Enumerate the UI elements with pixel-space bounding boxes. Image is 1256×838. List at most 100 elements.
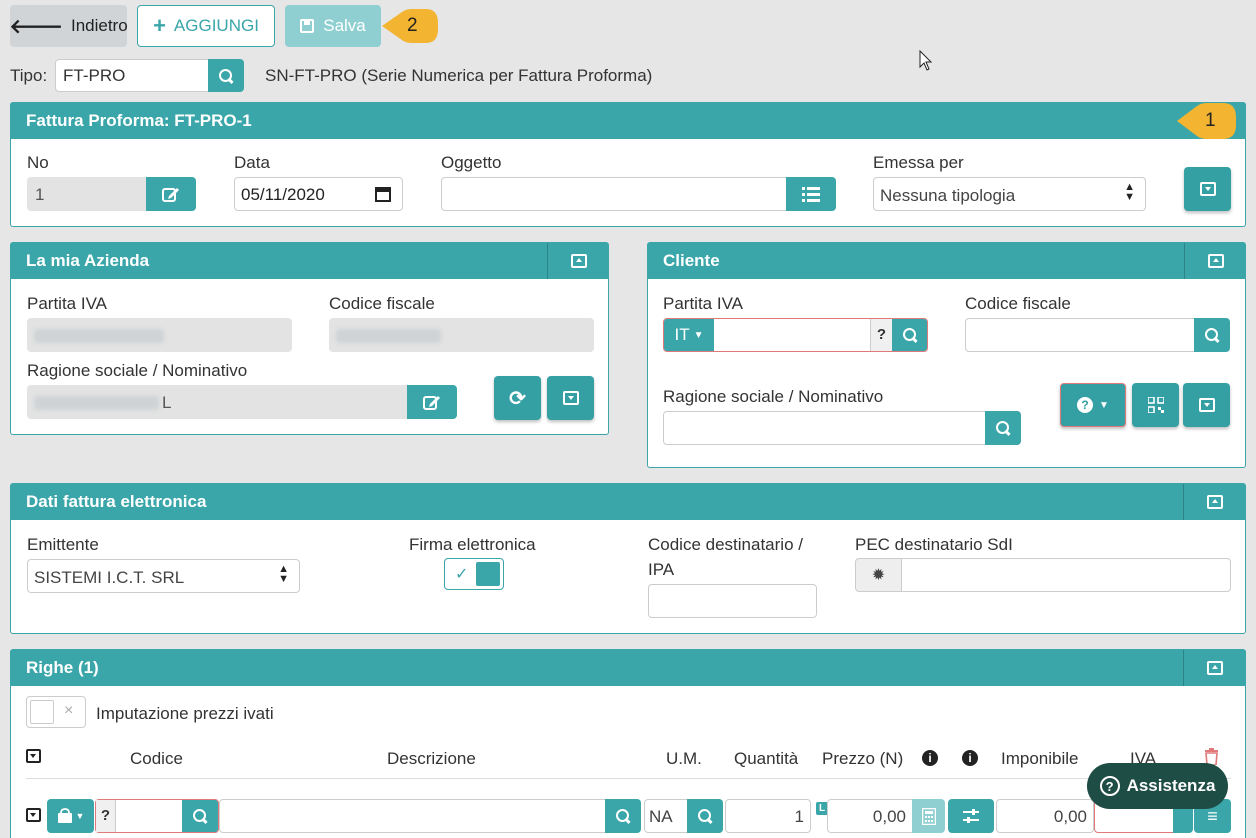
cliente-cf-label: Codice fiscale	[965, 294, 1071, 313]
row-codice-search-button[interactable]	[182, 800, 218, 832]
azienda-title: La mia Azienda	[26, 251, 150, 270]
cliente-qrcode-button[interactable]	[1132, 383, 1179, 427]
cliente-cf-search-button[interactable]	[1194, 318, 1230, 352]
azienda-cf-label: Codice fiscale	[329, 294, 435, 313]
row-product-dropdown[interactable]: ▼	[47, 799, 94, 833]
data-input[interactable]: 05/11/2020	[234, 177, 403, 211]
cliente-piva-search-button[interactable]	[892, 319, 927, 351]
cliente-ragione-search-button[interactable]	[985, 411, 1021, 445]
refresh-icon: ⟳	[509, 387, 526, 410]
azienda-piva-input[interactable]	[27, 318, 292, 352]
cliente-ragione-input[interactable]	[663, 411, 986, 445]
select-caret-icon: ▲ ▼	[1124, 181, 1135, 203]
azienda-ragione-input[interactable]: L	[27, 385, 408, 419]
azienda-piva-label: Partita IVA	[27, 294, 107, 313]
row-sliders-button[interactable]	[948, 799, 994, 833]
row-descrizione-search-button[interactable]	[605, 799, 641, 833]
azienda-collapse-button[interactable]	[548, 243, 609, 279]
cliente-title-bar: Cliente	[648, 243, 1245, 279]
row-quantita-input[interactable]: 1	[725, 799, 811, 833]
row-prezzo-value: 0,00	[872, 807, 906, 826]
pec-input[interactable]	[901, 558, 1231, 592]
row-imponibile-input[interactable]: 0,00	[996, 799, 1094, 833]
azienda-expand-button[interactable]	[547, 376, 594, 420]
azienda-refresh-button[interactable]: ⟳	[494, 376, 541, 420]
no-input[interactable]: 1	[27, 177, 147, 211]
cliente-title: Cliente	[663, 251, 720, 270]
shopping-bag-icon	[57, 808, 72, 823]
cliente-expand-button[interactable]	[1183, 383, 1230, 427]
codice-help-mark: ?	[96, 800, 116, 832]
pec-label: PEC destinatario SdI	[855, 535, 1013, 554]
row-toggle-icon[interactable]	[26, 808, 41, 822]
row-descrizione-input[interactable]	[219, 799, 606, 833]
country-code: IT	[674, 325, 690, 344]
no-edit-button[interactable]	[146, 177, 196, 211]
col-descrizione: Descrizione	[387, 749, 476, 768]
info-icon[interactable]: i	[962, 750, 978, 766]
emittente-select[interactable]: SISTEMI I.C.T. SRL ▲ ▼	[27, 559, 300, 593]
righe-title: Righe (1)	[26, 658, 99, 677]
save-button[interactable]: Salva	[285, 5, 381, 47]
back-label: Indietro	[70, 16, 128, 35]
righe-panel: Righe (1) × Imputazione prezzi ivati Cod…	[10, 649, 1246, 838]
back-button[interactable]: 🡐 Indietro	[9, 5, 128, 47]
calculator-icon	[921, 807, 936, 825]
fe-collapse-button[interactable]	[1184, 484, 1246, 520]
cliente-help-dropdown-button[interactable]: ? ▼	[1060, 383, 1126, 427]
azienda-edit-button[interactable]	[407, 385, 457, 419]
azienda-panel: La mia Azienda Partita IVA Codice fiscal…	[10, 242, 609, 435]
list-icon	[802, 187, 820, 202]
mouse-cursor-icon	[919, 50, 933, 71]
cliente-cf-input[interactable]	[965, 318, 1195, 352]
oggetto-label: Oggetto	[441, 153, 502, 172]
search-icon	[1205, 328, 1219, 342]
row-um-search-button[interactable]	[687, 799, 723, 833]
row-codice-group: ?	[95, 799, 219, 833]
oggetto-list-button[interactable]	[786, 177, 836, 211]
emessa-select[interactable]: Nessuna tipologia ▲ ▼	[873, 177, 1146, 211]
emessa-value: Nessuna tipologia	[880, 186, 1016, 205]
caret-down-icon: ▼	[1099, 399, 1109, 411]
azienda-cf-input[interactable]	[329, 318, 594, 352]
imputazione-toggle[interactable]: ×	[26, 696, 86, 728]
row-um-input[interactable]: NA	[644, 799, 688, 833]
cliente-collapse-button[interactable]	[1185, 243, 1246, 279]
country-dropdown[interactable]: IT ▼	[664, 319, 714, 351]
tipo-search-button[interactable]	[208, 59, 244, 92]
row-codice-input[interactable]	[116, 800, 182, 832]
calendar-icon[interactable]	[375, 186, 391, 202]
azienda-ragione-label: Ragione sociale / Nominativo	[27, 361, 248, 380]
righe-collapse-button[interactable]	[1184, 650, 1246, 686]
arrow-left-icon: 🡐	[9, 15, 63, 38]
oggetto-input[interactable]	[441, 177, 787, 211]
search-icon	[698, 809, 712, 823]
collapse-up-icon	[570, 254, 587, 268]
assistenza-button[interactable]: ? Assistenza	[1087, 763, 1228, 809]
callout-badge-2: 2	[380, 6, 440, 46]
add-button[interactable]: + AGGIUNGI	[137, 5, 275, 47]
emittente-value: SISTEMI I.C.T. SRL	[34, 568, 185, 587]
col-imponibile: Imponibile	[1001, 749, 1079, 768]
question-circle-icon: ?	[1077, 397, 1094, 413]
row-calculator-button[interactable]	[912, 799, 945, 833]
no-value: 1	[35, 185, 45, 204]
cliente-piva-input[interactable]	[714, 319, 868, 351]
col-prezzo: Prezzo (N)	[822, 749, 904, 768]
header-panel-title-bar: Fattura Proforma: FT-PRO-1	[11, 103, 1245, 139]
edit-icon	[423, 396, 440, 410]
cliente-panel: Cliente Partita IVA IT ▼ ? Codice fiscal…	[647, 242, 1246, 468]
firma-label: Firma elettronica	[409, 535, 536, 554]
piva-help-mark: ?	[870, 319, 892, 351]
firma-toggle[interactable]: ✓	[444, 558, 504, 590]
row-prezzo-input[interactable]: 0,00	[827, 799, 913, 833]
header-divider	[26, 778, 1231, 779]
codice-destinatario-input[interactable]	[648, 584, 817, 618]
collapse-up-icon	[1207, 254, 1224, 268]
header-toggle-icon[interactable]	[26, 749, 41, 763]
info-icon[interactable]: i	[922, 750, 938, 766]
tipo-input[interactable]: FT-PRO	[55, 59, 209, 92]
header-collapse-button[interactable]	[1184, 167, 1231, 211]
tipo-value: FT-PRO	[63, 66, 126, 85]
add-label: AGGIUNGI	[173, 16, 259, 35]
